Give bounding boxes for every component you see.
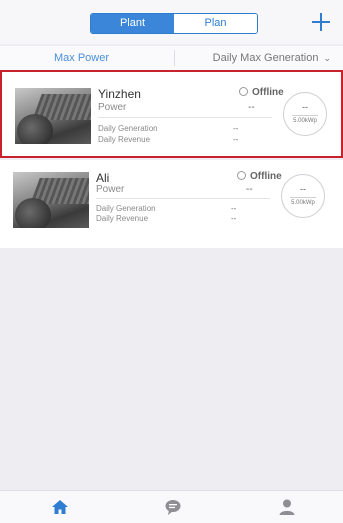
divider	[174, 50, 175, 66]
sort-daily-max-generation[interactable]: Daily Max Generation ⌄	[213, 52, 331, 64]
bottom-tab-bar	[0, 490, 343, 523]
daily-generation-value: --	[233, 124, 239, 133]
sort-max-power[interactable]: Max Power	[54, 52, 109, 64]
capacity-gauge: -- 5.00kWp	[281, 174, 325, 218]
user-icon	[279, 499, 295, 515]
capacity-value: 5.00kWp	[293, 118, 317, 124]
tab-messages[interactable]	[163, 497, 183, 517]
daily-generation-label: Daily Generation	[98, 124, 158, 133]
chat-icon	[165, 500, 181, 515]
status-badge: Offline	[239, 87, 284, 98]
plant-thumbnail	[13, 172, 89, 228]
capacity-value: 5.00kWp	[291, 200, 315, 206]
status-text: Offline	[252, 87, 284, 98]
offline-icon	[239, 87, 248, 96]
daily-revenue-label: Daily Revenue	[96, 214, 149, 223]
tab-plant[interactable]: Plant	[91, 14, 174, 33]
gauge-value: --	[300, 184, 306, 194]
daily-revenue-value: --	[233, 135, 239, 144]
status-text: Offline	[250, 171, 282, 182]
chevron-down-icon: ⌄	[323, 53, 331, 63]
power-label: Power	[98, 102, 127, 113]
plant-name: Ali	[96, 171, 110, 185]
tab-plan[interactable]: Plan	[174, 14, 257, 33]
plant-thumbnail	[15, 88, 91, 144]
plant-card-ali[interactable]: Ali Offline Power -- Daily Generation --…	[0, 160, 343, 248]
status-badge: Offline	[237, 171, 282, 182]
gauge-value: --	[302, 102, 308, 112]
daily-revenue-value: --	[231, 214, 237, 223]
daily-revenue-label: Daily Revenue	[98, 135, 151, 144]
plant-name: Yinzhen	[98, 87, 141, 101]
sort-daily-max-generation-label: Daily Max Generation	[212, 52, 319, 64]
divider	[98, 117, 272, 118]
home-icon	[52, 500, 68, 514]
sort-bar: Max Power Daily Max Generation ⌄	[0, 46, 343, 70]
power-value: --	[246, 184, 253, 195]
tab-profile[interactable]	[277, 497, 297, 517]
plant-plan-switch: Plant Plan	[90, 13, 258, 34]
daily-generation-label: Daily Generation	[96, 204, 156, 213]
top-bar: Plant Plan	[0, 0, 343, 44]
power-label: Power	[96, 184, 125, 195]
offline-icon	[237, 171, 246, 180]
plus-icon[interactable]	[309, 10, 333, 34]
power-value: --	[248, 102, 255, 113]
tab-home[interactable]	[50, 497, 70, 517]
capacity-gauge: -- 5.00kWp	[283, 92, 327, 136]
divider	[96, 198, 270, 199]
plant-card-yinzhen[interactable]: Yinzhen Offline Power -- Daily Generatio…	[0, 70, 343, 158]
daily-generation-value: --	[231, 204, 237, 213]
